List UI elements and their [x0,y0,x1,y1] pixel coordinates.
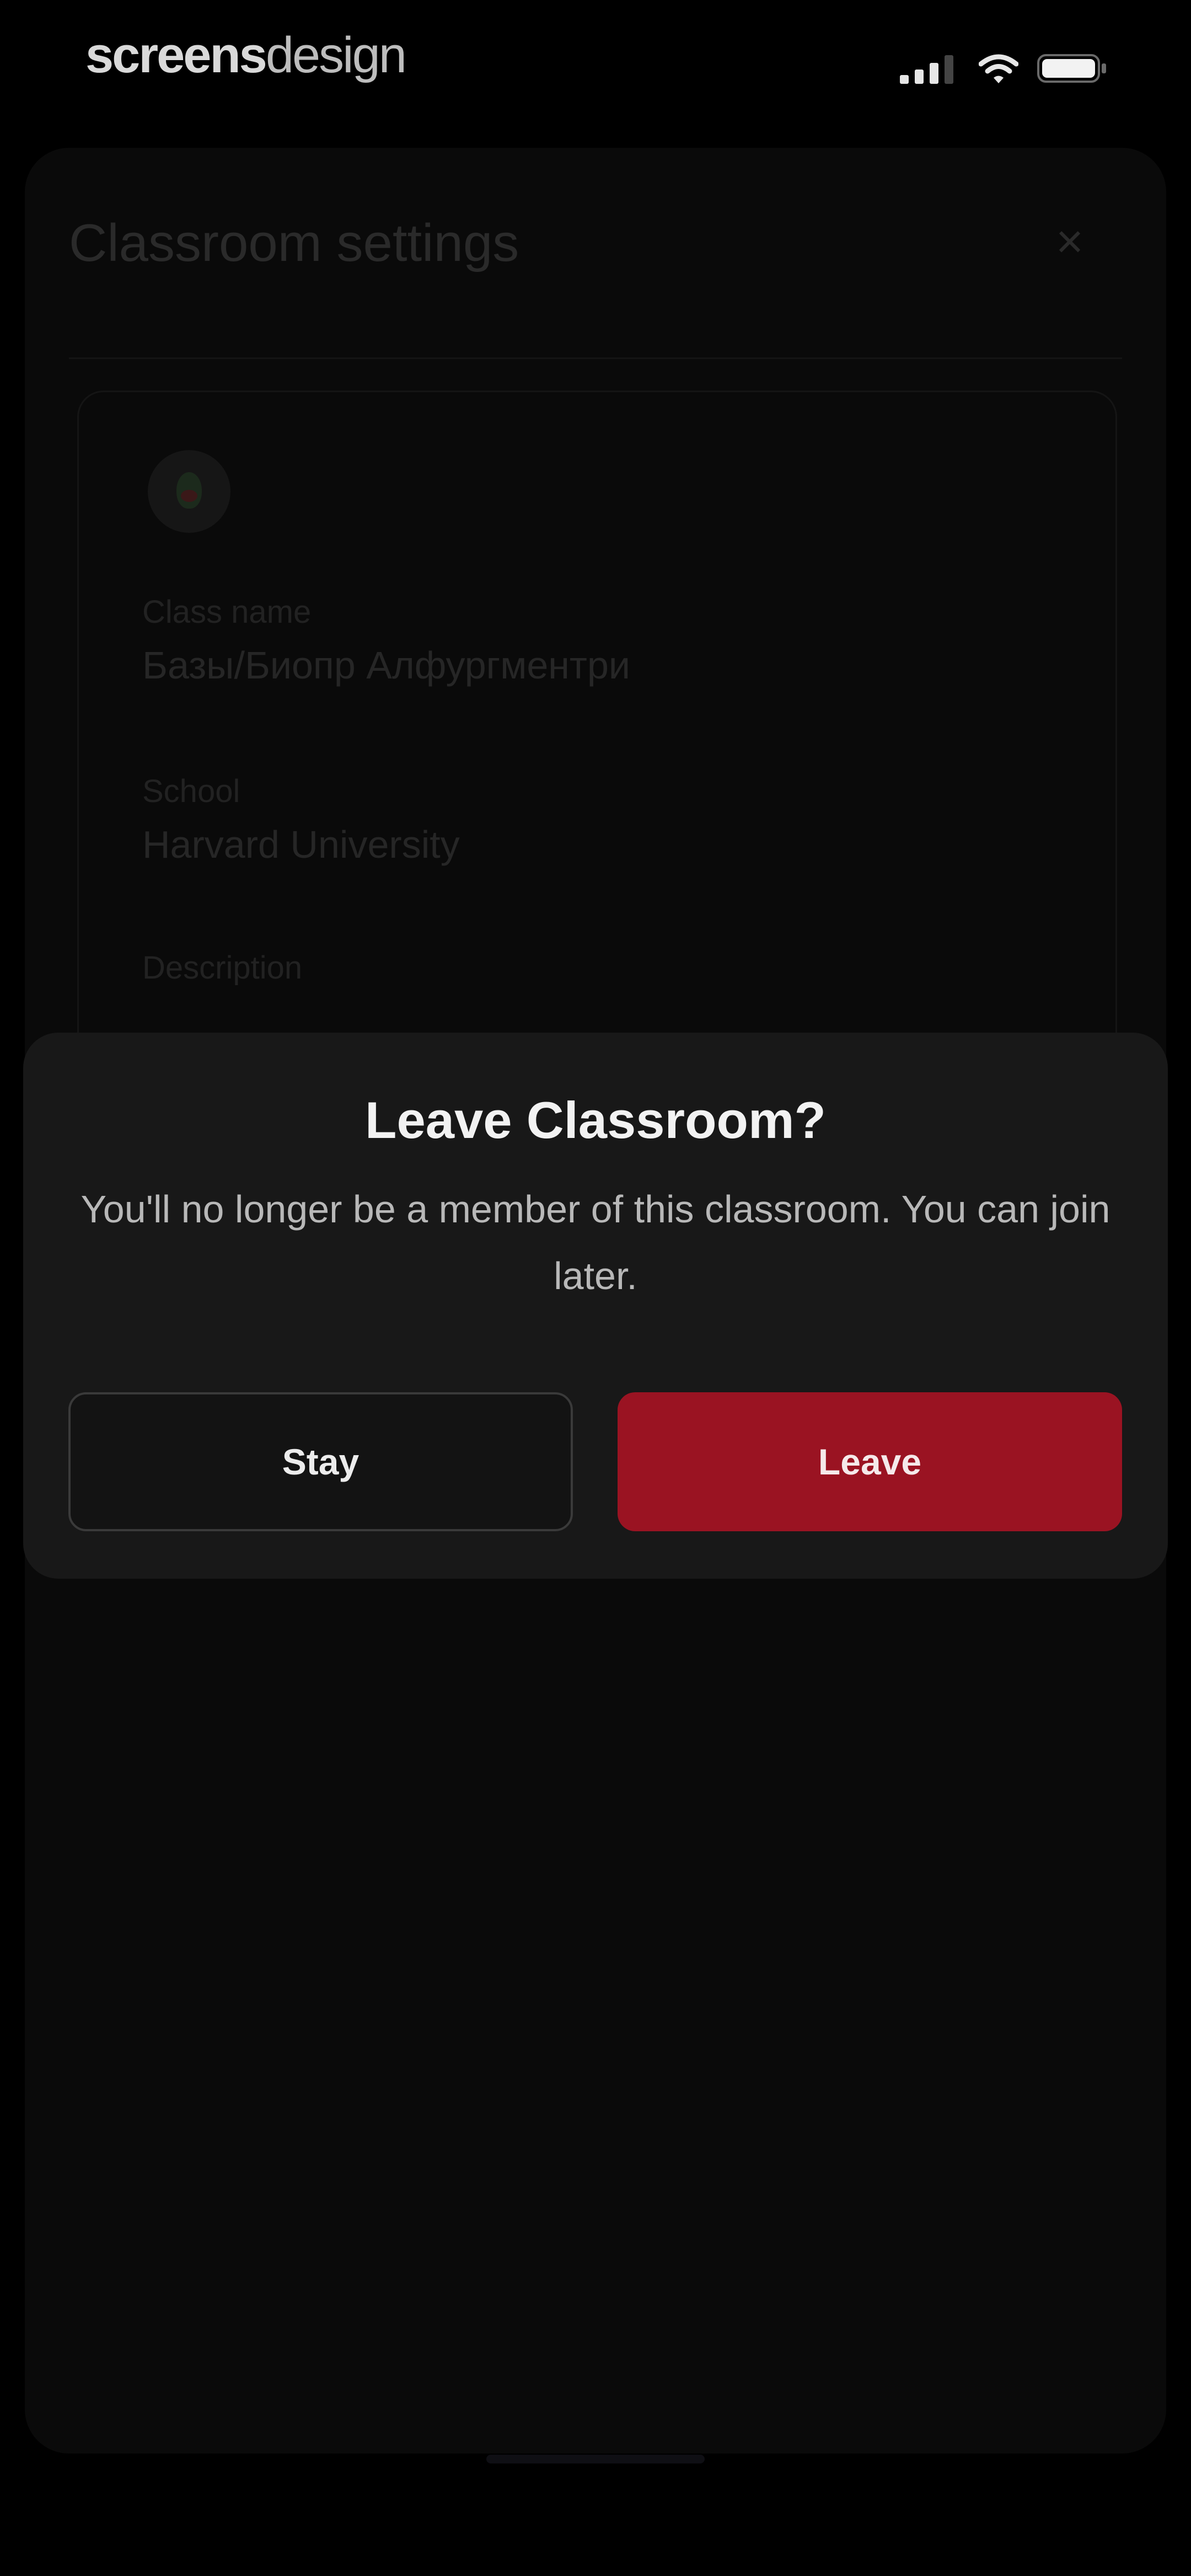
leave-button[interactable]: Leave [618,1392,1122,1531]
brand-light-text: design [265,27,407,83]
wifi-icon [979,54,1018,83]
sheet-title: Classroom settings [69,213,519,272]
class-name-label: Class name [142,594,312,630]
stay-button[interactable]: Stay [68,1392,573,1531]
home-indicator[interactable] [486,2455,705,2463]
sheet-divider [69,357,1122,359]
description-label: Description [142,950,303,986]
class-name-value[interactable]: Базы/Биопр Алфургментри [142,643,630,687]
school-label: School [142,773,240,809]
close-icon[interactable]: × [1048,218,1092,265]
signal-icon [900,55,953,84]
pot-icon [181,490,197,502]
status-bar: screensdesign [0,0,1191,127]
class-avatar[interactable] [148,450,230,533]
battery-icon [1037,54,1106,83]
dialog-title: Leave Classroom? [365,1091,826,1149]
leave-classroom-dialog: Leave Classroom? You'll no longer be a m… [23,1033,1168,1579]
brand-logo: screensdesign [85,26,407,84]
school-value[interactable]: Harvard University [142,822,460,867]
brand-bold-text: screens [85,27,267,83]
dialog-message: You'll no longer be a member of this cla… [81,1188,1110,1297]
